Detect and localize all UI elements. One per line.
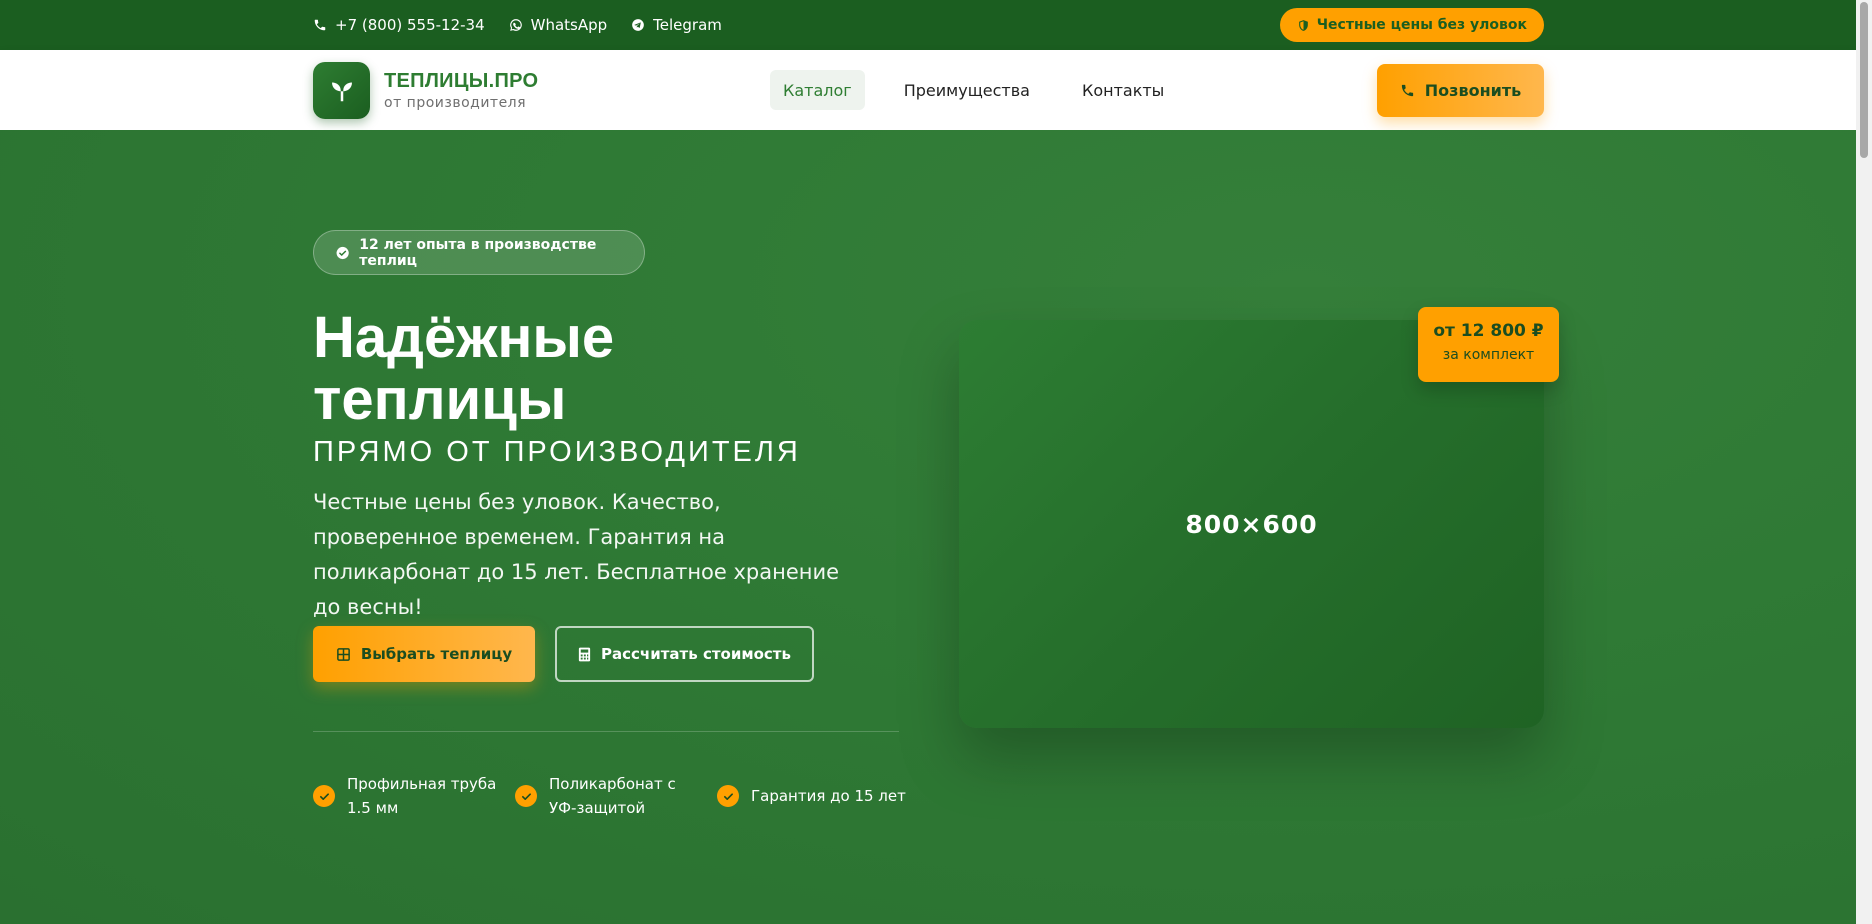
whatsapp-icon	[509, 19, 522, 31]
price-sub: за комплект	[1442, 347, 1535, 363]
hero-divider	[313, 731, 899, 732]
hero-title: Надёжные теплицы	[313, 307, 813, 431]
hero-section: 12 лет опыта в производстве теплиц Надёж…	[0, 130, 1856, 924]
logo-text: ТЕПЛИЦЫ.ПРО от производителя	[384, 70, 538, 111]
nav-item-catalog[interactable]: Каталог	[770, 70, 865, 110]
price-main: от 12 800 ₽	[1433, 321, 1544, 341]
check-circle-icon	[336, 246, 349, 259]
call-button-label: Позвонить	[1424, 80, 1522, 100]
telegram-icon	[632, 19, 644, 31]
logo[interactable]: ТЕПЛИЦЫ.ПРО от производителя	[313, 61, 538, 119]
nav-item-advantages[interactable]: Преимущества	[891, 70, 1043, 110]
scrollbar-thumb[interactable]	[1860, 2, 1868, 158]
top-contact-links: +7 (800) 555-12-34 WhatsApp Telegram	[313, 16, 722, 34]
shield-icon	[1298, 19, 1308, 31]
whatsapp-label: WhatsApp	[530, 16, 608, 34]
feature-text: Профильная труба 1.5 мм	[347, 775, 497, 817]
hero-subtitle: ПРЯМО ОТ ПРОИЗВОДИТЕЛЯ	[313, 436, 801, 468]
grid-icon	[336, 647, 350, 661]
honest-prices-badge: Честные цены без уловок	[1279, 8, 1544, 42]
experience-badge: 12 лет опыта в производстве теплиц	[313, 230, 645, 275]
logo-subtitle: от производителя	[384, 94, 527, 111]
calculator-icon	[578, 647, 591, 661]
price-tag: от 12 800 ₽ за комплект	[1418, 307, 1559, 382]
logo-title: ТЕПЛИЦЫ.ПРО	[384, 69, 539, 92]
feature-item-pipe: Профильная труба 1.5 мм	[313, 772, 515, 820]
hero-description: Честные цены без уловок. Качество, прове…	[313, 490, 840, 619]
experience-text: 12 лет опыта в производстве теплиц	[359, 236, 597, 269]
features-list: Профильная труба 1.5 мм Поликарбонат с У…	[313, 772, 906, 820]
sprout-icon	[331, 82, 352, 102]
hero-title-line1: Надёжные	[313, 305, 615, 370]
choose-greenhouse-label: Выбрать теплицу	[360, 645, 513, 663]
whatsapp-link[interactable]: WhatsApp	[509, 16, 608, 34]
main-nav: Каталог Преимущества Контакты	[770, 70, 1193, 110]
check-icon	[313, 785, 335, 807]
nav-item-contacts[interactable]: Контакты	[1069, 70, 1177, 110]
logo-mark	[313, 61, 370, 119]
phone-link[interactable]: +7 (800) 555-12-34	[313, 16, 485, 34]
telegram-label: Telegram	[653, 16, 722, 34]
page-scrollbar[interactable]	[1856, 0, 1872, 924]
top-bar: +7 (800) 555-12-34 WhatsApp Telegram Чес…	[0, 0, 1856, 50]
feature-item-polycarbonate: Поликарбонат с УФ-защитой	[515, 772, 717, 820]
phone-number: +7 (800) 555-12-34	[335, 16, 485, 34]
honest-prices-text: Честные цены без уловок	[1316, 17, 1527, 33]
calculate-cost-label: Рассчитать стоимость	[601, 645, 791, 663]
choose-greenhouse-button[interactable]: Выбрать теплицу	[313, 626, 535, 682]
phone-icon	[314, 19, 326, 31]
hero-title-line2: теплицы	[313, 367, 567, 432]
calculate-cost-button[interactable]: Рассчитать стоимость	[555, 626, 814, 682]
phone-icon	[1401, 84, 1413, 96]
feature-text: Гарантия до 15 лет	[751, 787, 906, 805]
feature-item-warranty: Гарантия до 15 лет	[717, 772, 906, 820]
site-header: ТЕПЛИЦЫ.ПРО от производителя Каталог Пре…	[0, 50, 1856, 130]
call-button[interactable]: Позвонить	[1377, 63, 1544, 117]
feature-text: Поликарбонат с УФ-защитой	[549, 775, 676, 817]
check-icon	[717, 785, 739, 807]
telegram-link[interactable]: Telegram	[631, 16, 722, 34]
check-icon	[515, 785, 537, 807]
